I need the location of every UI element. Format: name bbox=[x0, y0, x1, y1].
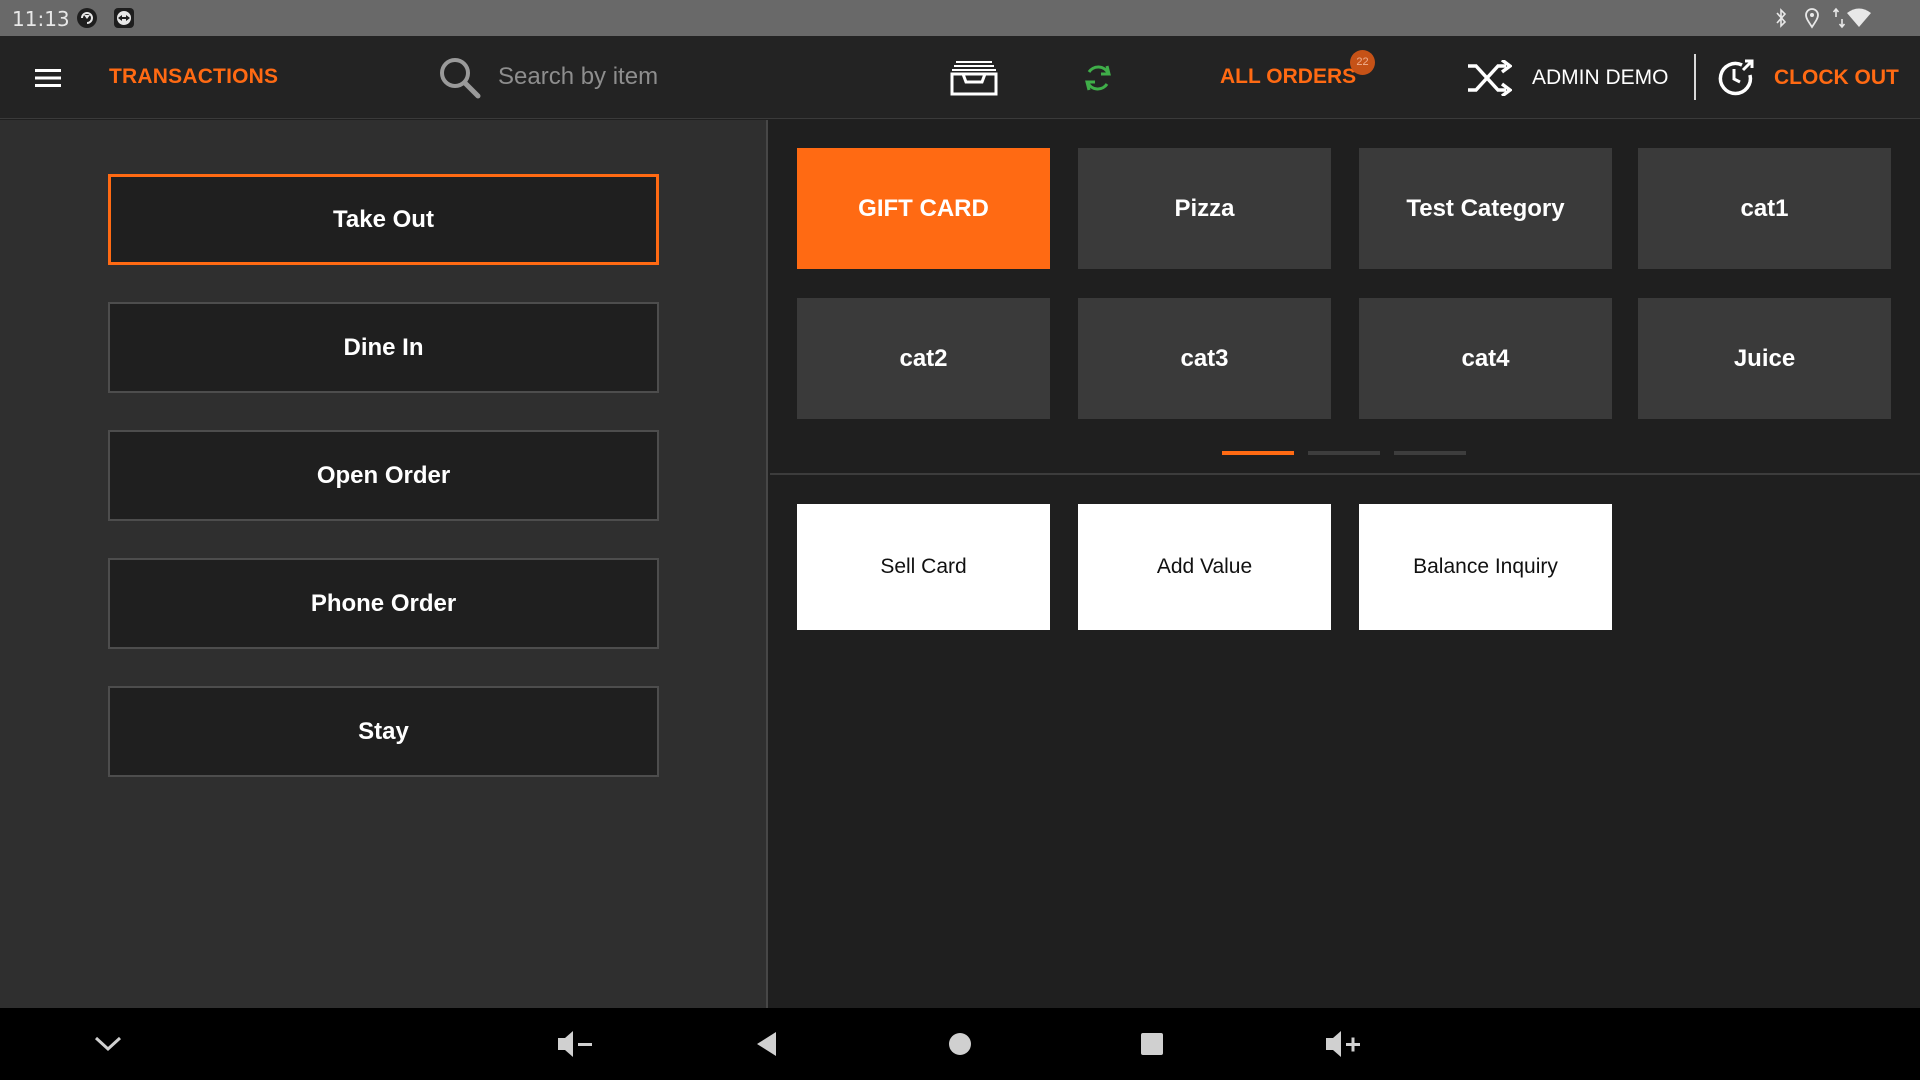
category-page-1-indicator[interactable] bbox=[1222, 451, 1294, 455]
location-icon bbox=[1805, 8, 1819, 29]
volume-up-icon bbox=[1326, 1031, 1360, 1057]
orders-count-badge: 22 bbox=[1350, 50, 1375, 75]
search-bar[interactable] bbox=[434, 52, 734, 102]
cash-drawer-icon bbox=[950, 61, 998, 96]
clock-out-button[interactable]: CLOCK OUT bbox=[1716, 56, 1899, 100]
order-type-stay[interactable]: Stay bbox=[108, 686, 659, 777]
volume-down-button[interactable] bbox=[554, 1024, 598, 1064]
clock-out-label: CLOCK OUT bbox=[1774, 66, 1899, 89]
balance-inquiry-button[interactable]: Balance Inquiry bbox=[1359, 504, 1612, 630]
sell-card-button[interactable]: Sell Card bbox=[797, 504, 1050, 630]
clock-out-icon bbox=[1718, 59, 1754, 96]
category-juice[interactable]: Juice bbox=[1638, 298, 1891, 419]
back-button[interactable] bbox=[745, 1024, 789, 1064]
search-input[interactable] bbox=[498, 62, 728, 92]
all-orders-button[interactable]: ALL ORDERS bbox=[1220, 65, 1356, 89]
home-icon bbox=[949, 1033, 971, 1055]
back-icon bbox=[757, 1032, 776, 1056]
volume-up-button[interactable] bbox=[1322, 1024, 1366, 1064]
top-app-bar: TRANSACTIONS ALL ORDERS 22 bbox=[0, 36, 1920, 119]
cash-drawer-button[interactable] bbox=[948, 56, 1000, 100]
shuffle-icon bbox=[1468, 60, 1512, 96]
order-type-phone-order[interactable]: Phone Order bbox=[108, 558, 659, 649]
order-type-dine-in[interactable]: Dine In bbox=[108, 302, 659, 393]
category-page-2-indicator[interactable] bbox=[1308, 451, 1380, 455]
category-cat1[interactable]: cat1 bbox=[1638, 148, 1891, 269]
search-icon bbox=[440, 58, 481, 99]
menu-panel: GIFT CARD Pizza Test Category cat1 cat2 … bbox=[770, 120, 1920, 1008]
hide-nav-button[interactable] bbox=[86, 1024, 130, 1064]
data-arrows-icon bbox=[1833, 7, 1845, 29]
category-cat4[interactable]: cat4 bbox=[1359, 298, 1612, 419]
page-title: TRANSACTIONS bbox=[109, 65, 279, 88]
category-page-3-indicator[interactable] bbox=[1394, 451, 1466, 455]
status-time: 11:13 bbox=[12, 7, 70, 31]
category-test-category[interactable]: Test Category bbox=[1359, 148, 1612, 269]
add-value-button[interactable]: Add Value bbox=[1078, 504, 1331, 630]
menu-button[interactable] bbox=[26, 58, 70, 98]
volume-down-icon bbox=[558, 1031, 592, 1057]
sync-icon bbox=[1085, 65, 1111, 91]
category-cat2[interactable]: cat2 bbox=[797, 298, 1050, 419]
appbar-divider bbox=[1694, 54, 1696, 100]
current-user-label: ADMIN DEMO bbox=[1532, 66, 1669, 89]
recents-icon bbox=[1141, 1033, 1163, 1055]
bluetooth-icon bbox=[1776, 8, 1787, 28]
menu-icon bbox=[35, 69, 61, 87]
order-type-take-out[interactable]: Take Out bbox=[108, 174, 659, 265]
app-circle-icon bbox=[77, 8, 97, 28]
pos-screen: 11:13 TRANSACTIONS Search by item ALL OR… bbox=[0, 0, 1920, 1080]
teamviewer-icon bbox=[114, 8, 134, 28]
order-type-panel: Take Out Dine In Open Order Phone Order … bbox=[0, 120, 768, 1008]
system-nav-bar bbox=[0, 1008, 1920, 1080]
wifi-icon bbox=[1847, 8, 1871, 27]
switch-user-button[interactable]: ADMIN DEMO bbox=[1466, 58, 1669, 98]
sync-button[interactable] bbox=[1078, 58, 1118, 98]
home-button[interactable] bbox=[938, 1024, 982, 1064]
category-gift-card[interactable]: GIFT CARD bbox=[797, 148, 1050, 269]
section-divider bbox=[770, 473, 1920, 475]
recents-button[interactable] bbox=[1130, 1024, 1174, 1064]
order-type-open-order[interactable]: Open Order bbox=[108, 430, 659, 521]
status-bar: 11:13 bbox=[0, 0, 1920, 36]
category-cat3[interactable]: cat3 bbox=[1078, 298, 1331, 419]
chevron-down-icon bbox=[94, 1036, 122, 1052]
category-pizza[interactable]: Pizza bbox=[1078, 148, 1331, 269]
